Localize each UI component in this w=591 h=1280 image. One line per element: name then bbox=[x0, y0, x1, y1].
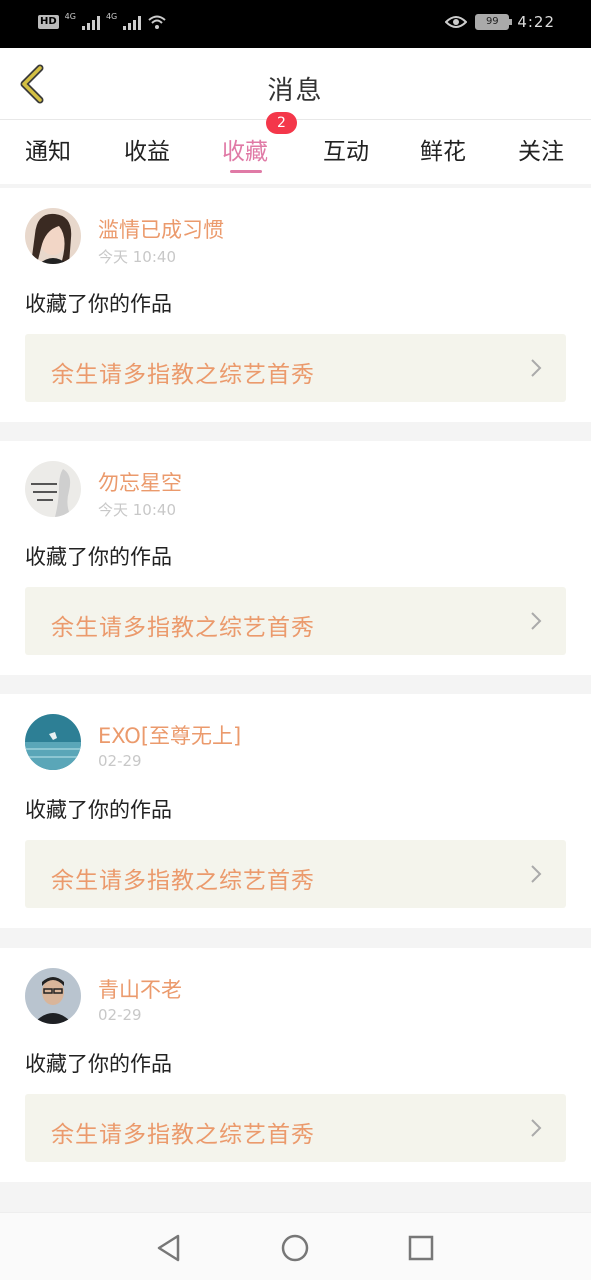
message-time: 今天 10:40 bbox=[98, 501, 176, 519]
work-link[interactable]: 余生请多指教之综艺首秀 bbox=[25, 334, 566, 402]
hd-indicator: HD bbox=[38, 15, 59, 29]
battery-icon: 99 bbox=[475, 14, 513, 30]
work-title: 余生请多指教之综艺首秀 bbox=[51, 615, 315, 641]
wifi-icon bbox=[148, 15, 166, 29]
tab-favorites[interactable]: 收藏 bbox=[222, 132, 268, 166]
status-right: 99 4:22 bbox=[445, 13, 555, 31]
work-title: 余生请多指教之综艺首秀 bbox=[51, 362, 315, 388]
network-type-1: 4G bbox=[64, 11, 76, 21]
chevron-right-icon bbox=[531, 612, 542, 630]
work-link[interactable]: 余生请多指教之综艺首秀 bbox=[25, 840, 566, 908]
action-text: 收藏了你的作品 bbox=[25, 798, 172, 822]
avatar[interactable] bbox=[25, 968, 81, 1024]
work-link[interactable]: 余生请多指教之综艺首秀 bbox=[25, 587, 566, 655]
system-nav-bar bbox=[0, 1212, 591, 1280]
avatar[interactable] bbox=[25, 714, 81, 770]
action-text: 收藏了你的作品 bbox=[25, 292, 172, 316]
status-left: HD 4G 4G bbox=[38, 11, 167, 30]
status-bar: HD 4G 4G 99 4:22 bbox=[0, 0, 591, 48]
page-title: 消息 bbox=[267, 76, 324, 106]
message-card: 滥情已成习惯 今天 10:40 收藏了你的作品 余生请多指教之综艺首秀 bbox=[0, 188, 591, 422]
chevron-right-icon bbox=[531, 865, 542, 883]
status-time: 4:22 bbox=[517, 13, 555, 31]
nav-home-icon[interactable] bbox=[280, 1233, 310, 1263]
chevron-right-icon bbox=[531, 359, 542, 377]
active-tab-indicator bbox=[230, 170, 262, 173]
work-title: 余生请多指教之综艺首秀 bbox=[51, 1122, 315, 1148]
message-card: 青山不老 02-29 收藏了你的作品 余生请多指教之综艺首秀 bbox=[0, 948, 591, 1182]
eye-icon bbox=[445, 16, 468, 28]
nav-recents-icon[interactable] bbox=[406, 1233, 436, 1263]
tab-interactions[interactable]: 互动 bbox=[323, 132, 369, 166]
message-time: 02-29 bbox=[98, 1006, 142, 1024]
user-name[interactable]: 青山不老 bbox=[98, 974, 182, 1004]
action-text: 收藏了你的作品 bbox=[25, 1052, 172, 1076]
chevron-right-icon bbox=[531, 1119, 542, 1137]
nav-back-icon[interactable] bbox=[154, 1233, 184, 1263]
signal-icon bbox=[123, 14, 142, 30]
user-name[interactable]: 勿忘星空 bbox=[98, 467, 182, 497]
unread-badge: 2 bbox=[266, 112, 297, 134]
network-type-2: 4G bbox=[105, 11, 118, 21]
app-header: 消息 bbox=[0, 48, 591, 120]
work-title: 余生请多指教之综艺首秀 bbox=[51, 868, 315, 894]
user-name[interactable]: 滥情已成习惯 bbox=[98, 214, 224, 244]
avatar[interactable] bbox=[25, 208, 81, 264]
tab-bar: 通知 收益 收藏 互动 鲜花 关注 bbox=[0, 120, 591, 184]
message-time: 02-29 bbox=[98, 752, 142, 770]
work-link[interactable]: 余生请多指教之综艺首秀 bbox=[25, 1094, 566, 1162]
message-card: 勿忘星空 今天 10:40 收藏了你的作品 余生请多指教之综艺首秀 bbox=[0, 441, 591, 675]
user-name[interactable]: EXO[至尊无上] bbox=[98, 720, 241, 750]
message-time: 今天 10:40 bbox=[98, 248, 176, 266]
tab-earnings[interactable]: 收益 bbox=[124, 132, 170, 166]
avatar[interactable] bbox=[25, 461, 81, 517]
signal-icon bbox=[81, 14, 100, 30]
tab-notifications[interactable]: 通知 bbox=[25, 132, 71, 166]
action-text: 收藏了你的作品 bbox=[25, 545, 172, 569]
tab-follows[interactable]: 关注 bbox=[518, 132, 564, 166]
tab-flowers[interactable]: 鲜花 bbox=[420, 132, 466, 166]
message-card: EXO[至尊无上] 02-29 收藏了你的作品 余生请多指教之综艺首秀 bbox=[0, 694, 591, 928]
